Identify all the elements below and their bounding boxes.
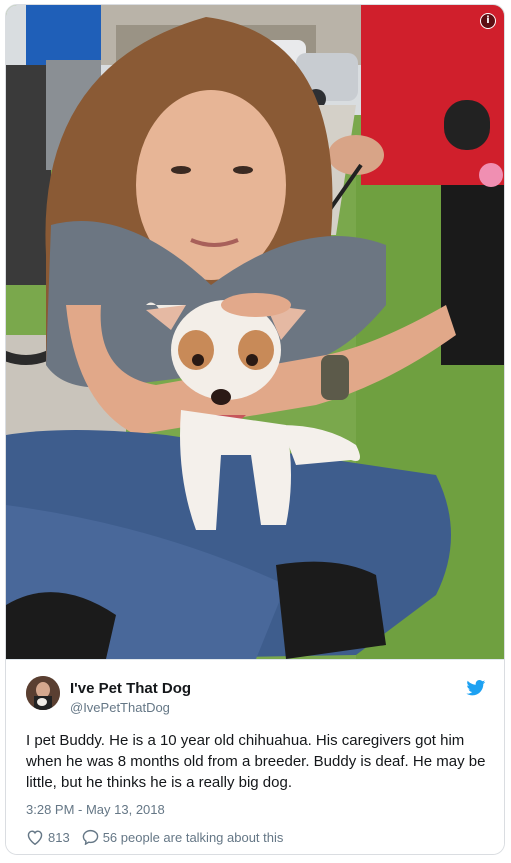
girl-with-chihuahua-photo xyxy=(6,5,504,659)
like-count[interactable]: 813 xyxy=(48,830,70,845)
avatar[interactable] xyxy=(26,676,60,710)
tweet-text: I pet Buddy. He is a 10 year old chihuah… xyxy=(26,732,486,791)
reply-summary[interactable]: 56 people are talking about this xyxy=(103,830,284,845)
avatar-image xyxy=(26,676,60,710)
tweet-body: I've Pet That Dog @IvePetThatDog I pet B… xyxy=(6,659,504,854)
timestamp[interactable]: 3:28 PM - May 13, 2018 xyxy=(26,802,165,817)
speech-bubble-icon[interactable] xyxy=(82,829,99,845)
embedded-tweet-card[interactable]: i I've Pet That Dog @IvePetThatDog I pet… xyxy=(5,4,505,855)
display-name[interactable]: I've Pet That Dog xyxy=(70,680,191,697)
tweet-photo[interactable]: i xyxy=(6,5,504,659)
heart-icon[interactable] xyxy=(26,829,44,845)
user-handle[interactable]: @IvePetThatDog xyxy=(70,700,170,715)
tweet-actions: 813 56 people are talking about this xyxy=(26,828,283,846)
info-icon[interactable]: i xyxy=(480,13,496,29)
twitter-bird-icon[interactable] xyxy=(466,680,486,696)
